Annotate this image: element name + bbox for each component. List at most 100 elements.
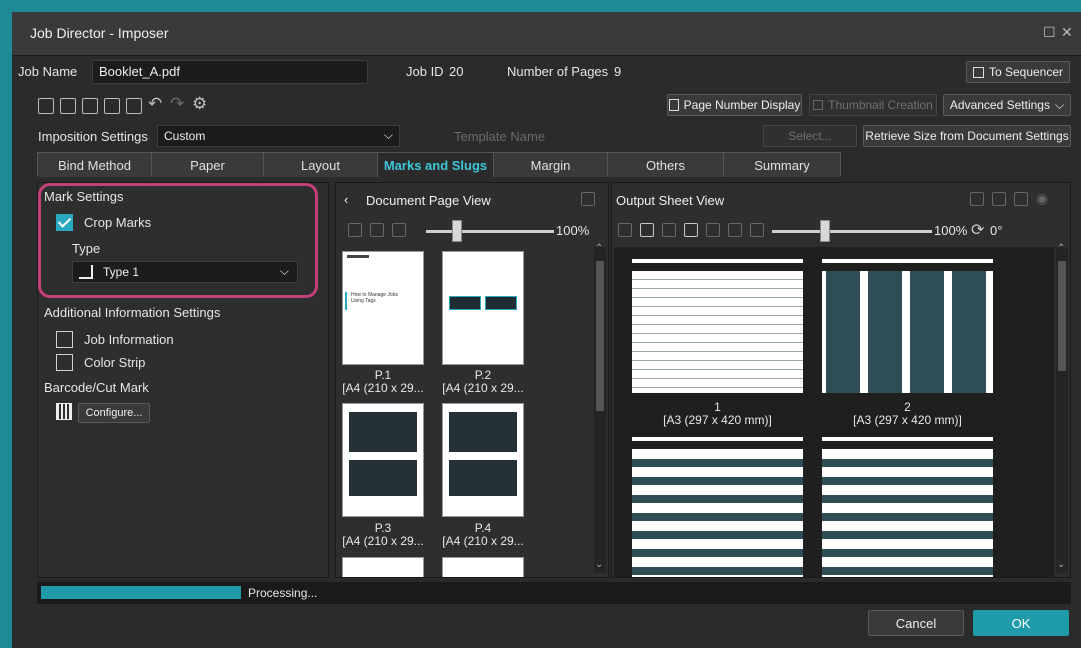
output-sheet[interactable] [822,449,993,577]
doc-zoom-slider-track[interactable] [426,230,554,233]
thumbnail-screenshot [485,296,517,310]
tab-others[interactable]: Others [608,153,724,177]
maximize-icon[interactable]: ☐ [1043,24,1056,41]
thumbnail-screenshot [449,460,517,496]
tab-marks-and-slugs[interactable]: Marks and Slugs [378,153,494,177]
rotation-value: 0° [990,223,1003,238]
status-text: Processing... [248,586,318,600]
redo-icon[interactable]: ↷ [170,94,184,114]
document-info-icon[interactable] [992,192,1006,206]
tab-paper[interactable]: Paper [152,153,264,177]
job-name-field[interactable]: Booklet_A.pdf [92,60,368,84]
print-icon[interactable] [126,98,142,114]
tab-layout[interactable]: Layout [264,153,378,177]
preview-icon[interactable] [1014,192,1028,206]
output-scrollbar[interactable]: ⌃ ⌄ [1056,243,1068,573]
copy-sheet-icon[interactable] [970,192,984,206]
thumbnail-creation-button[interactable]: Thumbnail Creation [809,94,937,116]
doc-scroll-thumb[interactable] [596,261,604,411]
crop-marks-checkbox[interactable] [56,214,73,231]
output-sheet-view-title: Output Sheet View [616,193,725,208]
crop-mark-type-select[interactable]: Type 1 ⌵ [72,261,298,283]
duplicate-sheet-icon[interactable] [640,223,654,237]
output-sheet[interactable] [632,271,803,393]
page-thumbnail[interactable] [342,557,424,577]
move-sheet-icon[interactable] [662,223,676,237]
document-page-view-panel: ‹ Document Page View 100% How to Manage … [335,182,609,578]
job-name-label: Job Name [18,64,78,79]
page-number-label: P.3 [374,521,392,535]
title-bar: Job Director - Imposer ☐ ✕ [12,12,1081,56]
doc-zoom-slider-knob[interactable] [452,220,462,242]
job-information-label: Job Information [84,332,174,347]
page-thumbnail[interactable] [442,403,524,517]
page-number-label: P.2 [474,368,492,382]
blank-sheet-icon[interactable] [750,223,764,237]
output-scroll-thumb[interactable] [1058,261,1066,371]
export-icon[interactable] [104,98,120,114]
template-name-label: Template Name [454,129,546,144]
page-thumbnail[interactable] [342,403,424,517]
add-sheet-icon[interactable] [684,223,698,237]
output-zoom-slider-knob[interactable] [820,220,830,242]
doc-scrollbar[interactable]: ⌃ ⌄ [594,243,606,573]
tab-margin[interactable]: Margin [494,153,608,177]
download-icon[interactable] [82,98,98,114]
advanced-settings-button[interactable]: Advanced Settings ⌵ [943,94,1071,116]
settings-gear-icon[interactable]: ⚙ [192,94,207,114]
page-thumbnail[interactable] [442,557,524,577]
progress-bar: Processing... [37,582,1071,604]
back-chevron-icon[interactable]: ‹ [344,192,348,207]
document-icon[interactable] [38,98,54,114]
thumbnail-logo [347,255,369,258]
close-icon[interactable]: ✕ [1061,24,1073,41]
to-sequencer-button[interactable]: To Sequencer [966,61,1070,83]
retrieve-size-button[interactable]: Retrieve Size from Document Settings [863,125,1071,147]
scroll-down-icon[interactable]: ⌄ [595,559,603,570]
visibility-eye-icon[interactable]: ◉ [1036,190,1048,207]
sheet-size-label: [A3 (297 x 420 mm)] [853,413,962,427]
duplicate-icon[interactable] [348,223,362,237]
scroll-up-icon[interactable]: ⌃ [1057,243,1065,254]
tab-bar: Bind Method Paper Layout Marks and Slugs… [37,152,841,177]
color-strip-checkbox[interactable] [56,354,73,371]
edit-icon[interactable] [706,223,720,237]
tab-bind-method[interactable]: Bind Method [38,153,152,177]
tab-summary[interactable]: Summary [724,153,840,177]
add-page-icon[interactable] [60,98,76,114]
scroll-up-icon[interactable]: ⌃ [595,243,603,254]
cancel-button[interactable]: Cancel [868,610,964,636]
delete-icon[interactable] [392,223,406,237]
barcode-icon [56,403,72,420]
rotate-icon[interactable]: ⟳ [971,220,984,240]
sequencer-icon [972,66,984,78]
sheet-number-label: 2 [904,400,911,414]
job-id-value: 20 [449,64,464,79]
pages-value: 9 [614,64,622,79]
scroll-down-icon[interactable]: ⌄ [1057,559,1065,570]
configure-button[interactable]: Configure... [78,403,150,423]
job-information-checkbox[interactable] [56,331,73,348]
delete-sheet-icon[interactable] [728,223,742,237]
imposition-settings-select[interactable]: Custom ⌵ [157,125,400,147]
select-template-button[interactable]: Select... [763,125,857,147]
document-page-view-title: Document Page View [366,193,491,208]
output-sheet[interactable] [632,449,803,577]
undo-icon[interactable]: ↶ [148,94,162,114]
layout-icon[interactable] [618,223,632,237]
to-sequencer-label: To Sequencer [988,65,1064,79]
page-thumbnail[interactable]: How to Manage Jobs Using Tags [342,251,424,365]
page-number-display-button[interactable]: Page Number Display [667,94,802,116]
page-thumbnail[interactable] [442,251,524,365]
ok-button[interactable]: OK [973,610,1069,636]
output-sheet[interactable] [822,271,993,393]
additional-info-heading: Additional Information Settings [44,305,221,320]
thumbnail-screenshot [449,412,517,452]
insert-page-icon[interactable] [370,223,384,237]
document-thumbnails-area: How to Manage Jobs Using Tags P.1 [A4 (21… [338,247,594,577]
doc-zoom-value: 100% [556,223,590,238]
job-id-label: Job ID [406,64,444,79]
mark-settings-heading: Mark Settings [44,189,124,204]
output-zoom-slider-track[interactable] [772,230,932,233]
copy-icon[interactable] [581,192,595,206]
